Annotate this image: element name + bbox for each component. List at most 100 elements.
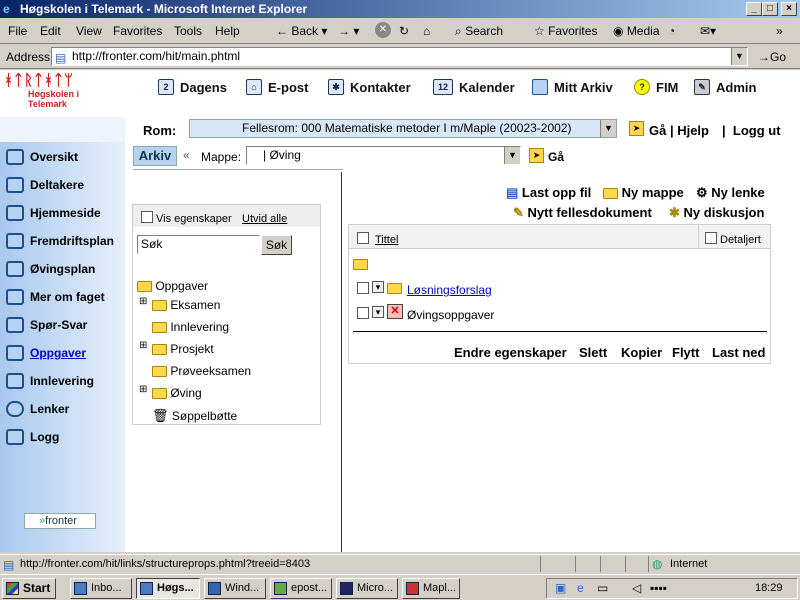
tree-search-button[interactable]: Søk (261, 235, 292, 255)
back-chevron-icon[interactable]: « (183, 148, 190, 162)
close-button[interactable]: × (781, 2, 797, 16)
tree-item-soppelbotte[interactable]: 🗑 Søppelbøtte (152, 408, 237, 424)
tray-ie-icon[interactable]: e (577, 581, 584, 595)
row-title-ovingsoppgaver[interactable]: Øvingsoppgaver (407, 308, 494, 322)
task-epost[interactable]: epost... (270, 578, 332, 599)
row-checkbox[interactable] (357, 307, 369, 319)
expand-all-link[interactable]: Utvid alle (242, 213, 287, 225)
select-all-checkbox[interactable] (357, 232, 369, 244)
task-inbox[interactable]: Inbo... (70, 578, 132, 599)
minimize-button[interactable]: _ (746, 2, 762, 16)
tree-item-prosjekt[interactable]: Prosjekt (152, 342, 214, 356)
volume-icon[interactable]: ◁ (632, 581, 641, 595)
expand-icon[interactable]: ⊞ (139, 296, 147, 307)
row-title-losningsforslag[interactable]: Løsningsforslag (407, 283, 492, 297)
new-link-link[interactable]: ⚙ Ny lenke (696, 185, 765, 201)
tray-desktop-icon[interactable]: ▭ (597, 581, 608, 595)
sidebar-item-logg[interactable]: Logg (6, 429, 59, 445)
nav-dagens[interactable]: 2 Dagens (158, 79, 227, 95)
room-go-help[interactable]: Gå | Hjelp (649, 123, 709, 138)
row-menu-icon[interactable]: ▾ (372, 306, 384, 318)
menu-help[interactable]: Help (215, 24, 240, 38)
room-dropdown-icon[interactable]: ▼ (600, 120, 616, 137)
search-button[interactable]: ⌕ Search (455, 24, 503, 39)
folder-dropdown-icon[interactable]: ▼ (504, 147, 520, 164)
menu-favorites[interactable]: Favorites (113, 24, 162, 38)
tree-search-input[interactable]: Søk (137, 235, 260, 254)
address-input[interactable]: ▤ http://fronter.com/hit/main.phtml ▼ (51, 47, 748, 66)
sidebar-item-lenker[interactable]: Lenker (6, 401, 69, 417)
tray-icon[interactable]: ▣ (555, 581, 566, 595)
upload-file-link[interactable]: ▤ Last opp fil (506, 185, 591, 201)
copy-button[interactable]: Kopier (621, 345, 662, 360)
tab-arkiv[interactable]: Arkiv (133, 146, 177, 166)
sidebar-item-oppgaver[interactable]: Oppgaver (6, 345, 86, 361)
fronter-logo[interactable]: »fronter (24, 513, 96, 529)
refresh-icon[interactable]: ↻ (399, 24, 409, 38)
go-button[interactable]: →Go (758, 50, 786, 64)
go-arrow-icon[interactable]: ➤ (629, 121, 644, 136)
sidebar-item-innlevering[interactable]: Innlevering (6, 373, 94, 389)
menu-tools[interactable]: Tools (174, 24, 202, 38)
sidebar-item-hjemmeside[interactable]: Hjemmeside (6, 205, 101, 221)
detailed-checkbox[interactable] (705, 232, 717, 244)
tree-item-oving[interactable]: Øving (152, 386, 202, 400)
expand-icon[interactable]: ⊞ (139, 384, 147, 395)
sidebar-item-fremdriftsplan[interactable]: Fremdriftsplan (6, 233, 114, 249)
nav-mitt-arkiv[interactable]: Mitt Arkiv (532, 79, 613, 95)
go-arrow-icon[interactable]: ➤ (529, 148, 544, 163)
forward-button[interactable]: → ▾ (338, 24, 359, 38)
row-checkbox[interactable] (357, 282, 369, 294)
tree-item-proveeksamen[interactable]: Prøveeksamen (152, 364, 251, 378)
delete-button[interactable]: Slett (579, 345, 607, 360)
media-button[interactable]: ◉ Media (613, 24, 660, 38)
task-micro[interactable]: Micro... (336, 578, 398, 599)
logout-link[interactable]: | Logg ut (722, 123, 781, 138)
move-button[interactable]: Flytt (672, 345, 699, 360)
task-maple[interactable]: Mapl... (402, 578, 460, 599)
sidebar-item-oversikt[interactable]: Oversikt (6, 149, 78, 165)
sidebar-item-ovingsplan[interactable]: Øvingsplan (6, 261, 95, 277)
show-props-checkbox[interactable] (141, 211, 153, 223)
home-icon[interactable]: ⌂ (423, 24, 430, 38)
task-wind[interactable]: Wind... (204, 578, 266, 599)
title-column-header[interactable]: Tittel (375, 234, 398, 246)
edit-properties-button[interactable]: Endre egenskaper (454, 345, 567, 360)
folder-go-button[interactable]: Gå (548, 150, 564, 164)
tree-item-innlevering[interactable]: Innlevering (152, 320, 229, 334)
back-button[interactable]: ← Back ▾ (276, 24, 327, 38)
favorites-button[interactable]: ☆ Favorites (534, 24, 597, 38)
task-hogs[interactable]: Høgs... (136, 578, 200, 599)
nav-fim[interactable]: ? FIM (634, 79, 678, 95)
nav-kontakter[interactable]: ✱ Kontakter (328, 79, 411, 95)
menu-view[interactable]: View (76, 24, 102, 38)
expand-icon[interactable]: ⊞ (139, 340, 147, 351)
history-icon[interactable]: ◔ (668, 24, 675, 38)
tree-item-eksamen[interactable]: Eksamen (152, 298, 220, 312)
menu-file[interactable]: File (8, 24, 27, 38)
nav-epost[interactable]: ⌂ E-post (246, 79, 308, 95)
start-button[interactable]: Start (2, 578, 56, 599)
download-button[interactable]: Last ned (712, 345, 765, 360)
sidebar-item-spor-svar[interactable]: Spør-Svar (6, 317, 87, 333)
more-chevron-icon[interactable]: » (776, 24, 783, 38)
stop-icon[interactable]: ✕ (375, 22, 391, 38)
new-doc-link[interactable]: ✎ Nytt fellesdokument (513, 205, 652, 221)
nav-admin[interactable]: ✎ Admin (694, 79, 756, 95)
room-select[interactable]: Fellesrom: 000 Matematiske metoder I m/M… (189, 119, 617, 138)
mail-icon[interactable]: ✉▾ (700, 24, 716, 38)
address-dropdown-icon[interactable]: ▼ (731, 48, 747, 65)
tree-root[interactable]: Oppgaver (137, 279, 208, 293)
folder-select[interactable]: | Øving ▼ (246, 146, 521, 165)
tray-misc-icon[interactable]: ▪▪▪▪ (650, 581, 667, 595)
sidebar-item-mer-om-faget[interactable]: Mer om faget (6, 289, 105, 305)
maximize-button[interactable]: □ (762, 2, 778, 16)
nav-kalender[interactable]: 12 Kalender (433, 79, 515, 95)
school-logo[interactable]: ᚼᛏᚱᛏᚼᛏᛘ Høgskolen i Telemark (4, 73, 104, 110)
sidebar-item-deltakere[interactable]: Deltakere (6, 177, 84, 193)
row-menu-icon[interactable]: ▾ (372, 281, 384, 293)
new-folder-link[interactable]: Ny mappe (603, 185, 684, 200)
parent-folder-icon[interactable] (353, 257, 368, 271)
menu-edit[interactable]: Edit (40, 24, 61, 38)
new-discussion-link[interactable]: ✱ Ny diskusjon (669, 205, 764, 221)
